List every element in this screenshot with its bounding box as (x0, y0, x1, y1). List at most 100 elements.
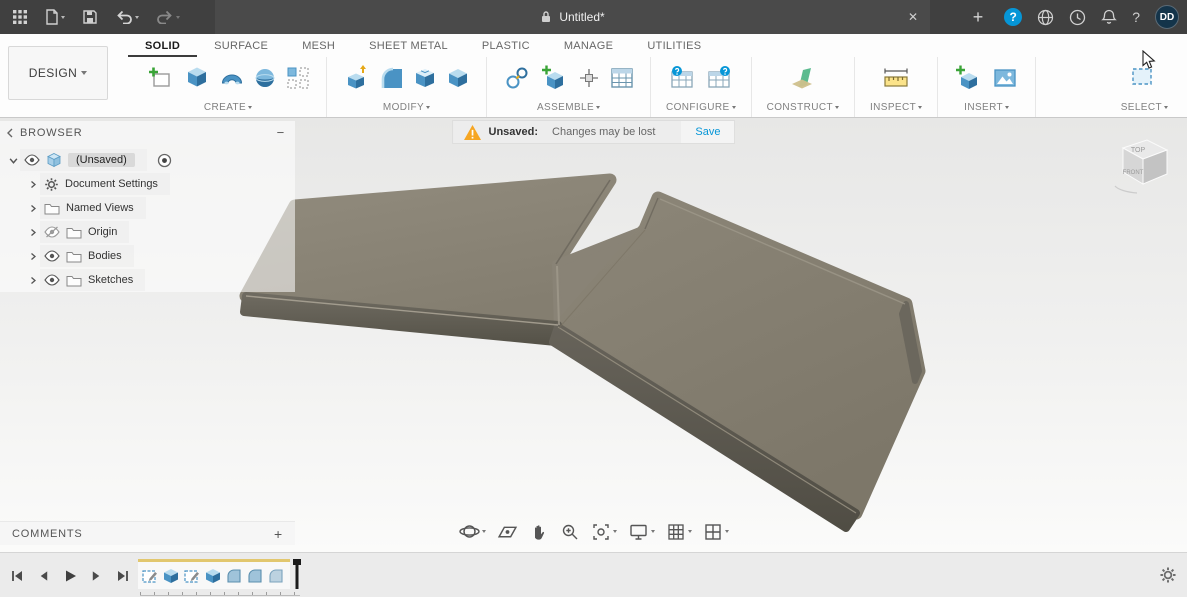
timeline-settings-gear-icon[interactable] (1159, 566, 1177, 584)
group-label-configure[interactable]: CONFIGURE (666, 99, 736, 115)
timeline-zoom-slider[interactable] (140, 592, 300, 596)
combine-icon[interactable] (445, 65, 471, 91)
browser-item-label[interactable]: Origin (88, 226, 117, 238)
help-icon[interactable]: ? (1132, 9, 1140, 25)
file-menu-icon[interactable] (45, 6, 65, 28)
save-icon[interactable] (82, 6, 98, 28)
redo-icon[interactable] (156, 6, 180, 28)
group-label-inspect[interactable]: INSPECT (870, 99, 922, 115)
group-label-insert[interactable]: INSERT (964, 99, 1009, 115)
workspace-selector[interactable]: DESIGN (8, 46, 108, 100)
tab-utilities[interactable]: UTILITIES (630, 34, 718, 57)
browser-item-label[interactable]: Named Views (66, 202, 134, 214)
viewports-icon[interactable] (703, 522, 729, 542)
timeline-sketch-feature-icon[interactable] (140, 566, 160, 586)
tab-plastic[interactable]: PLASTIC (465, 34, 547, 57)
measure-icon[interactable] (881, 63, 911, 93)
browser-item-bodies[interactable]: Bodies (0, 244, 295, 268)
insert-canvas-icon[interactable] (990, 63, 1020, 93)
shell-icon[interactable] (412, 65, 438, 91)
press-pull-icon[interactable] (342, 63, 372, 93)
assistant-help-icon[interactable]: ? (1004, 8, 1022, 26)
assemble-joint-icon[interactable] (502, 63, 532, 93)
timeline-playhead[interactable] (292, 559, 302, 589)
pattern-icon[interactable] (285, 65, 311, 91)
browser-item-root[interactable]: (Unsaved) (0, 148, 295, 172)
look-at-icon[interactable] (497, 521, 518, 542)
eye-icon[interactable] (24, 154, 40, 166)
bom-table-icon[interactable] (609, 65, 635, 91)
activate-component-radio[interactable] (157, 153, 172, 168)
tab-mesh[interactable]: MESH (285, 34, 352, 57)
browser-item-document-settings[interactable]: Document Settings (0, 172, 295, 196)
fit-view-icon[interactable] (591, 522, 617, 542)
box-icon[interactable] (182, 63, 212, 93)
configuration-table-icon[interactable] (704, 63, 734, 93)
chevron-right-icon[interactable] (26, 252, 40, 261)
group-label-modify[interactable]: MODIFY (383, 99, 430, 115)
configuration-icon[interactable] (667, 63, 697, 93)
add-comment-icon[interactable]: + (274, 526, 283, 542)
job-status-clock-icon[interactable] (1069, 6, 1086, 28)
browser-item-named-views[interactable]: Named Views (0, 196, 295, 220)
minimize-browser-icon[interactable]: − (277, 125, 285, 140)
step-forward-icon[interactable] (90, 569, 103, 583)
close-tab-icon[interactable]: ✕ (908, 9, 918, 25)
group-label-select[interactable]: SELECT (1121, 99, 1168, 115)
extensions-globe-icon[interactable] (1037, 6, 1054, 28)
timeline-extrude-feature-icon[interactable] (203, 566, 223, 586)
document-tab[interactable]: Untitled* ✕ (215, 0, 930, 34)
play-icon[interactable] (63, 569, 77, 583)
tab-manage[interactable]: MANAGE (547, 34, 630, 57)
chevron-right-icon[interactable] (26, 276, 40, 285)
timeline-fillet-feature-icon[interactable] (245, 566, 265, 586)
save-button[interactable]: Save (681, 121, 734, 143)
orbit-icon[interactable] (459, 521, 486, 542)
zoom-icon[interactable] (560, 522, 580, 542)
comments-panel[interactable]: COMMENTS + (0, 521, 295, 545)
browser-item-label[interactable]: Bodies (88, 250, 122, 262)
viewport-canvas[interactable]: Unsaved: Changes may be lost Save BROWSE… (0, 118, 1187, 552)
tab-solid[interactable]: SOLID (128, 34, 197, 57)
browser-item-label[interactable]: Sketches (88, 274, 133, 286)
group-label-construct[interactable]: CONSTRUCT (767, 99, 839, 115)
go-to-end-icon[interactable] (116, 569, 130, 583)
go-to-start-icon[interactable] (10, 569, 24, 583)
revolve-icon[interactable] (219, 65, 245, 91)
chevron-right-icon[interactable] (26, 204, 40, 213)
eye-icon[interactable] (44, 250, 60, 262)
timeline-fillet-feature-icon[interactable] (266, 566, 286, 586)
eye-off-icon[interactable] (44, 226, 60, 238)
view-cube[interactable]: TOP FRONT (1101, 130, 1181, 202)
undo-icon[interactable] (115, 6, 139, 28)
user-avatar[interactable]: DD (1155, 5, 1179, 29)
step-back-icon[interactable] (37, 569, 50, 583)
tab-surface[interactable]: SURFACE (197, 34, 285, 57)
collapse-panel-icon[interactable] (6, 128, 14, 138)
browser-item-label[interactable]: (Unsaved) (68, 153, 135, 167)
data-panel-grid-icon[interactable] (12, 6, 28, 28)
tab-sheet-metal[interactable]: SHEET METAL (352, 34, 465, 57)
browser-item-sketches[interactable]: Sketches (0, 268, 295, 292)
sphere-icon[interactable] (252, 65, 278, 91)
new-component-icon[interactable] (539, 63, 569, 93)
joint-origin-icon[interactable] (576, 65, 602, 91)
group-label-assemble[interactable]: ASSEMBLE (537, 99, 600, 115)
insert-derive-icon[interactable] (953, 63, 983, 93)
eye-icon[interactable] (44, 274, 60, 286)
browser-item-origin[interactable]: Origin (0, 220, 295, 244)
pan-hand-icon[interactable] (529, 522, 549, 542)
construction-plane-icon[interactable] (788, 63, 818, 93)
chevron-right-icon[interactable] (26, 180, 40, 189)
timeline-sketch-feature-icon[interactable] (182, 566, 202, 586)
chevron-down-icon[interactable] (6, 156, 20, 165)
create-sketch-icon[interactable] (145, 63, 175, 93)
fillet-icon[interactable] (379, 65, 405, 91)
notifications-bell-icon[interactable] (1101, 6, 1117, 28)
display-settings-icon[interactable] (628, 522, 655, 542)
grid-settings-icon[interactable] (666, 522, 692, 542)
browser-item-label[interactable]: Document Settings (65, 178, 158, 190)
group-label-create[interactable]: CREATE (204, 99, 252, 115)
timeline-extrude-feature-icon[interactable] (161, 566, 181, 586)
timeline-track[interactable] (138, 559, 290, 589)
